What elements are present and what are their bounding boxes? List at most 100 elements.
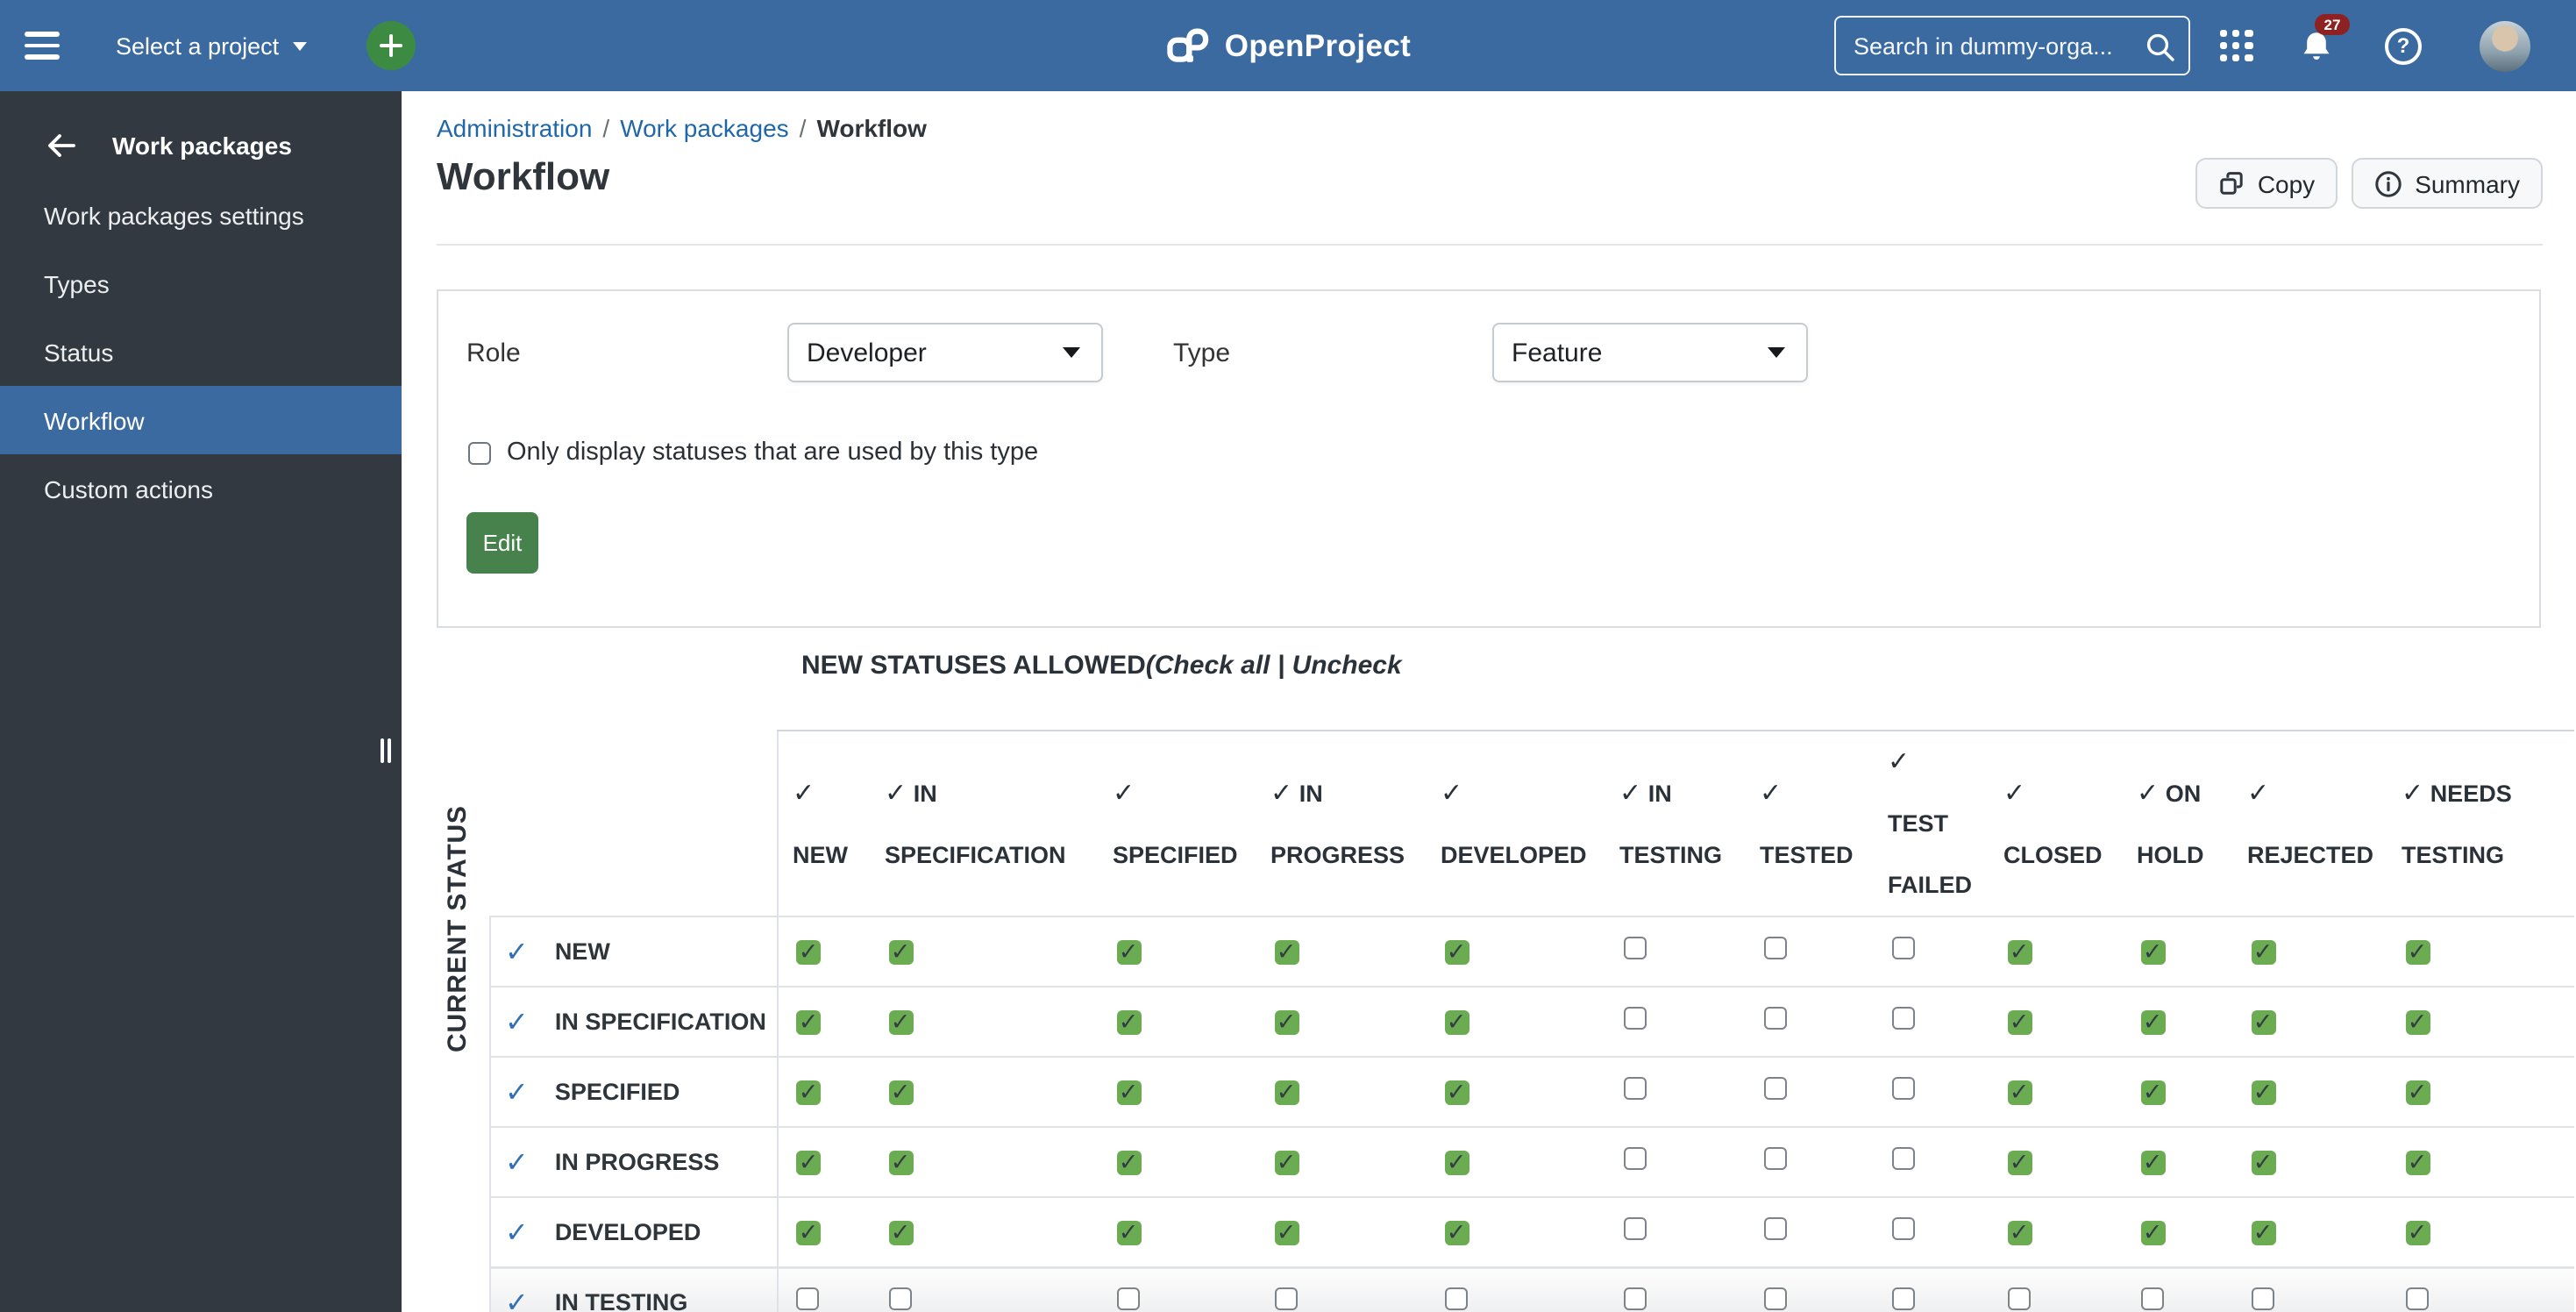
transition-checkbox[interactable]: [1891, 936, 1914, 959]
transition-checkbox[interactable]: ✓: [2251, 939, 2275, 964]
transition-checkbox[interactable]: [1891, 1146, 1914, 1169]
transition-checkbox[interactable]: ✓: [1116, 1009, 1141, 1034]
transition-checkbox[interactable]: ✓: [2405, 1009, 2430, 1034]
transition-checkbox[interactable]: [1623, 1146, 1646, 1169]
transition-checkbox[interactable]: ✓: [796, 1150, 821, 1174]
transition-checkbox[interactable]: ✓: [1444, 1009, 1469, 1034]
modules-grid-icon[interactable]: [2220, 29, 2253, 62]
transition-checkbox[interactable]: ✓: [2405, 1080, 2430, 1104]
project-selector[interactable]: Select a project: [116, 0, 308, 91]
transition-checkbox[interactable]: ✓: [1116, 1080, 1141, 1104]
transition-checkbox[interactable]: ✓: [796, 939, 821, 964]
transition-checkbox[interactable]: ✓: [2007, 939, 2032, 964]
transition-checkbox[interactable]: ✓: [888, 1009, 913, 1034]
transition-checkbox[interactable]: [2251, 1287, 2274, 1310]
check-all-column-link[interactable]: ✓: [1270, 778, 1292, 808]
search-input[interactable]: [1836, 18, 2188, 74]
check-all-column-link[interactable]: ✓: [2247, 778, 2269, 808]
breadcrumb-link-work-packages[interactable]: Work packages: [620, 114, 788, 142]
sidebar-item-work-packages-settings[interactable]: Work packages settings: [0, 181, 402, 249]
transition-checkbox[interactable]: ✓: [888, 939, 913, 964]
transition-checkbox[interactable]: ✓: [2251, 1150, 2275, 1174]
transition-checkbox[interactable]: ✓: [1274, 1009, 1299, 1034]
transition-checkbox[interactable]: [1623, 1216, 1646, 1239]
check-all-column-link[interactable]: ✓: [2137, 778, 2159, 808]
transition-checkbox[interactable]: [1763, 1006, 1786, 1029]
check-all-column-link[interactable]: ✓: [1113, 778, 1135, 808]
transition-checkbox[interactable]: ✓: [2405, 1150, 2430, 1174]
quick-add-button[interactable]: [366, 21, 416, 70]
transition-checkbox[interactable]: [1763, 936, 1786, 959]
transition-checkbox[interactable]: ✓: [2140, 939, 2165, 964]
notifications-button[interactable]: 27: [2301, 13, 2350, 62]
transition-checkbox[interactable]: ✓: [2140, 1080, 2165, 1104]
sidebar-resize-handle[interactable]: [381, 738, 395, 763]
transition-checkbox[interactable]: ✓: [1116, 939, 1141, 964]
transition-checkbox[interactable]: ✓: [2140, 1150, 2165, 1174]
help-icon[interactable]: ?: [2385, 27, 2422, 64]
transition-checkbox[interactable]: [888, 1287, 911, 1310]
transition-checkbox[interactable]: [1623, 1287, 1646, 1310]
transition-checkbox[interactable]: ✓: [2140, 1009, 2165, 1034]
transition-checkbox[interactable]: ✓: [796, 1220, 821, 1244]
transition-checkbox[interactable]: ✓: [2007, 1220, 2032, 1244]
transition-checkbox[interactable]: ✓: [1274, 1150, 1299, 1174]
sidebar-item-custom-actions[interactable]: Custom actions: [0, 455, 402, 524]
transition-checkbox[interactable]: [2140, 1287, 2163, 1310]
transition-checkbox[interactable]: [1623, 1076, 1646, 1099]
sidebar-item-types[interactable]: Types: [0, 249, 402, 317]
transition-checkbox[interactable]: ✓: [2251, 1220, 2275, 1244]
transition-checkbox[interactable]: ✓: [2251, 1080, 2275, 1104]
only-display-statuses-checkbox[interactable]: [468, 441, 491, 464]
transition-checkbox[interactable]: [1891, 1216, 1914, 1239]
type-select[interactable]: Feature: [1492, 323, 1808, 382]
sidebar-item-workflow[interactable]: Workflow: [0, 386, 402, 455]
table-caption-links[interactable]: (Check all | Uncheck: [1146, 651, 1402, 681]
transition-checkbox[interactable]: ✓: [2007, 1150, 2032, 1174]
check-all-row-link[interactable]: ✓: [505, 1074, 529, 1109]
transition-checkbox[interactable]: [1891, 1006, 1914, 1029]
check-all-row-link[interactable]: ✓: [505, 1144, 529, 1180]
check-all-column-link[interactable]: ✓: [1619, 778, 1641, 808]
transition-checkbox[interactable]: [1763, 1076, 1786, 1099]
transition-checkbox[interactable]: [2405, 1287, 2428, 1310]
transition-checkbox[interactable]: ✓: [1274, 939, 1299, 964]
check-all-column-link[interactable]: ✓: [1441, 778, 1462, 808]
check-all-column-link[interactable]: ✓: [2402, 778, 2423, 808]
transition-checkbox[interactable]: ✓: [1116, 1220, 1141, 1244]
sidebar-item-status[interactable]: Status: [0, 317, 402, 386]
breadcrumb-link-administration[interactable]: Administration: [437, 114, 592, 142]
openproject-logo[interactable]: OpenProject: [1165, 0, 1412, 91]
transition-checkbox[interactable]: ✓: [1116, 1150, 1141, 1174]
transition-checkbox[interactable]: [1763, 1216, 1786, 1239]
transition-checkbox[interactable]: ✓: [1444, 1220, 1469, 1244]
transition-checkbox[interactable]: ✓: [888, 1080, 913, 1104]
transition-checkbox[interactable]: ✓: [1444, 1080, 1469, 1104]
user-avatar[interactable]: [2480, 20, 2530, 71]
transition-checkbox[interactable]: [1891, 1287, 1914, 1310]
transition-checkbox[interactable]: ✓: [1444, 1150, 1469, 1174]
transition-checkbox[interactable]: [1623, 1006, 1646, 1029]
edit-button[interactable]: Edit: [466, 512, 538, 574]
transition-checkbox[interactable]: [1444, 1287, 1467, 1310]
transition-checkbox[interactable]: ✓: [2007, 1009, 2032, 1034]
check-all-column-link[interactable]: ✓: [793, 778, 815, 808]
transition-checkbox[interactable]: ✓: [2007, 1080, 2032, 1104]
transition-checkbox[interactable]: [1116, 1287, 1139, 1310]
transition-checkbox[interactable]: [1623, 936, 1646, 959]
transition-checkbox[interactable]: [1274, 1287, 1297, 1310]
role-select[interactable]: Developer: [787, 323, 1103, 382]
hamburger-menu-icon[interactable]: [25, 32, 60, 60]
transition-checkbox[interactable]: [1891, 1076, 1914, 1099]
transition-checkbox[interactable]: [796, 1287, 819, 1310]
transition-checkbox[interactable]: ✓: [1444, 939, 1469, 964]
check-all-column-link[interactable]: ✓: [885, 778, 907, 808]
transition-checkbox[interactable]: ✓: [796, 1080, 821, 1104]
transition-checkbox[interactable]: ✓: [2405, 1220, 2430, 1244]
transition-checkbox[interactable]: [2007, 1287, 2030, 1310]
transition-checkbox[interactable]: ✓: [1274, 1220, 1299, 1244]
check-all-row-link[interactable]: ✓: [505, 1004, 529, 1039]
check-all-column-link[interactable]: ✓: [1760, 778, 1782, 808]
check-all-row-link[interactable]: ✓: [505, 1286, 529, 1312]
transition-checkbox[interactable]: ✓: [888, 1220, 913, 1244]
